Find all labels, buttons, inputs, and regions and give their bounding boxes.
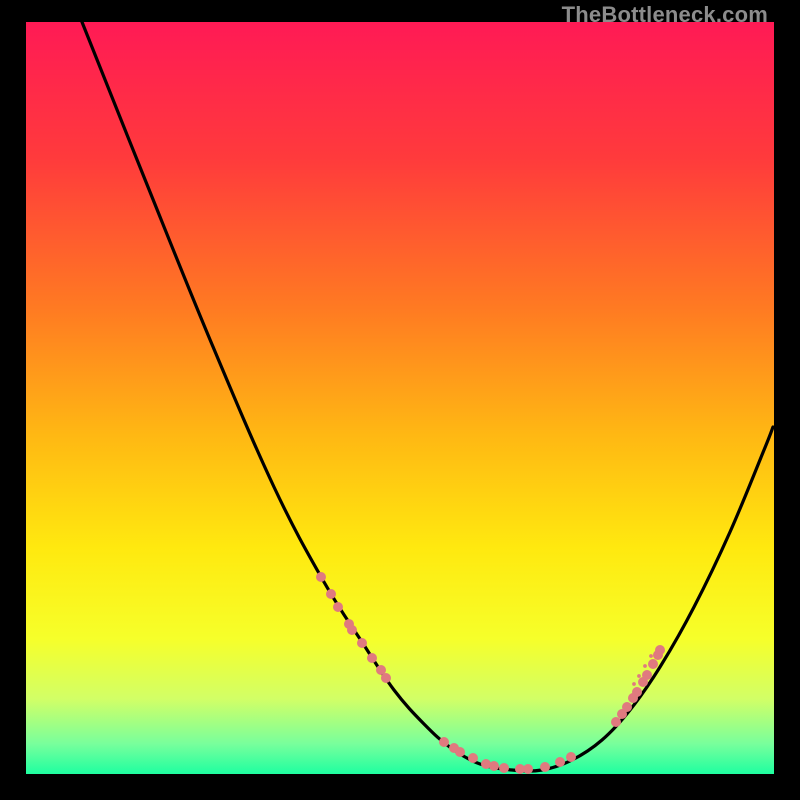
chart-marker [643,664,647,668]
chart-marker [611,717,621,727]
chart-marker [622,702,632,712]
chart-marker [637,674,641,678]
chart-marker [632,687,642,697]
chart-marker [632,682,636,686]
chart-marker [455,747,465,757]
chart-marker [439,737,449,747]
chart-marker [499,763,509,773]
chart-marker [326,589,336,599]
chart-marker [381,673,391,683]
chart-curve [82,22,773,771]
chart-marker [555,757,565,767]
chart-marker [648,659,658,669]
chart-svg [26,22,774,774]
chart-marker [642,670,652,680]
chart-marker [367,653,377,663]
chart-marker [489,761,499,771]
chart-marker [316,572,326,582]
chart-marker [333,602,343,612]
chart-marker [468,753,478,763]
chart-marker [357,638,367,648]
chart-marker [655,645,665,655]
chart-frame [26,22,774,774]
watermark-text: TheBottleneck.com [562,2,768,28]
chart-marker [347,625,357,635]
chart-marker [540,762,550,772]
chart-marker [523,764,533,774]
chart-marker [649,654,653,658]
chart-marker [566,752,576,762]
